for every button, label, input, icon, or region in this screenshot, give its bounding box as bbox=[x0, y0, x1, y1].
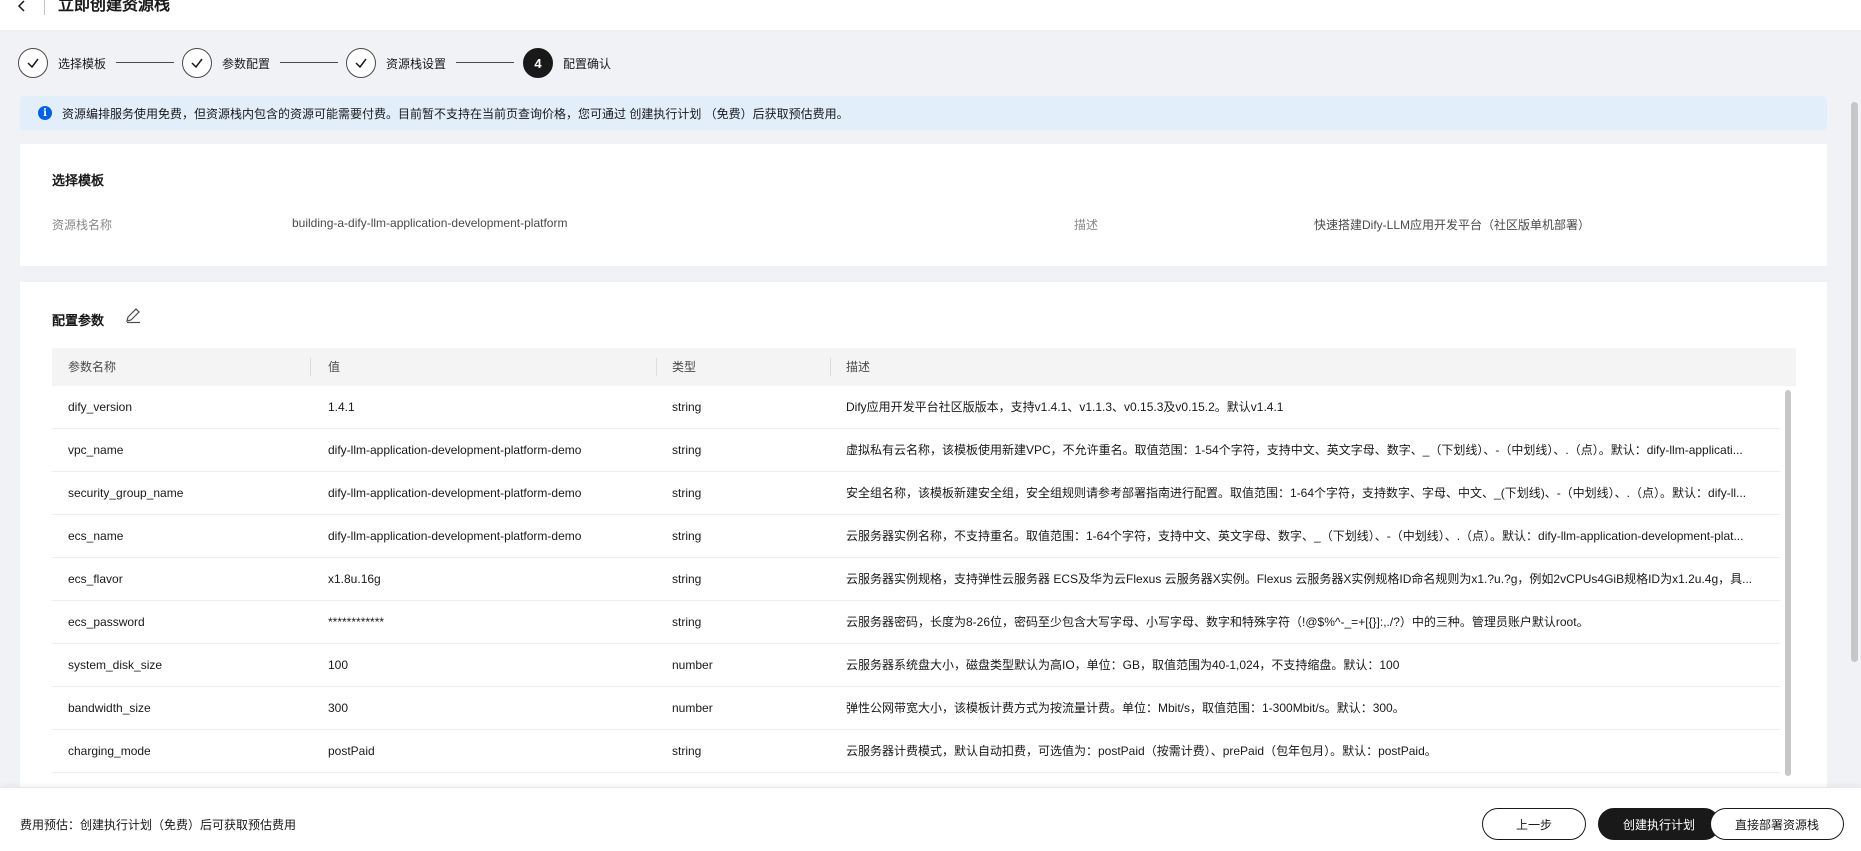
param-value-cell: dify-llm-application-development-platfor… bbox=[328, 443, 582, 457]
param-type-cell: string bbox=[672, 744, 702, 758]
param-description-cell: 云服务器密码，长度为8-26位，密码至少包含大写字母、小写字母、数字和特殊字符（… bbox=[846, 615, 1589, 629]
column-divider bbox=[310, 358, 311, 376]
param-value-cell: 300 bbox=[328, 701, 349, 715]
param-value-cell: 100 bbox=[328, 658, 349, 672]
section-title: 配置参数 bbox=[52, 313, 105, 328]
param-name-cell: ecs_name bbox=[68, 529, 124, 543]
param-value-cell: postPaid bbox=[328, 744, 375, 758]
param-name-cell: vpc_name bbox=[68, 443, 124, 457]
template-section: 选择模板 资源栈名称 building-a-dify-llm-applicati… bbox=[20, 144, 1827, 266]
cost-estimate-text: 费用预估：创建执行计划（免费）后可获取预估费用 bbox=[20, 818, 297, 832]
step-confirm: 4 配置确认 bbox=[523, 46, 611, 80]
step-label: 资源栈设置 bbox=[386, 56, 447, 71]
param-description-cell: 云服务器计费模式，默认自动扣费，可选值为：postPaid（按需计费）、preP… bbox=[846, 744, 1437, 758]
stack-name-value: building-a-dify-llm-application-developm… bbox=[292, 216, 568, 230]
param-type-cell: string bbox=[672, 486, 702, 500]
param-name-cell: ecs_flavor bbox=[68, 572, 123, 586]
param-description-cell: 云服务器系统盘大小，磁盘类型默认为高IO，单位：GB，取值范围为40-1,024… bbox=[846, 658, 1400, 672]
param-name-cell: system_disk_size bbox=[68, 658, 163, 672]
back-arrow-icon[interactable] bbox=[14, 0, 30, 16]
column-divider bbox=[656, 358, 657, 376]
column-header-value: 值 bbox=[328, 360, 341, 374]
param-type-cell: string bbox=[672, 615, 702, 629]
previous-step-button[interactable]: 上一步 bbox=[1482, 808, 1586, 840]
deploy-stack-button[interactable]: 直接部署资源栈 bbox=[1710, 808, 1844, 840]
page-title: 立即创建资源栈 bbox=[58, 0, 171, 14]
step-param-config: 参数配置 bbox=[182, 46, 270, 80]
step-connector bbox=[280, 62, 338, 63]
step-stack-settings: 资源栈设置 bbox=[346, 46, 446, 80]
check-icon bbox=[182, 48, 212, 78]
check-icon bbox=[18, 48, 48, 78]
column-header-type: 类型 bbox=[672, 360, 697, 374]
param-value-cell: x1.8u.16g bbox=[328, 572, 381, 586]
table-row: vpc_name dify-llm-application-development… bbox=[52, 429, 1780, 472]
param-name-cell: security_group_name bbox=[68, 486, 184, 500]
banner-text: 资源编排服务使用免费，但资源栈内包含的资源可能需要付费。目前暂不支持在当前页查询… bbox=[62, 106, 849, 121]
table-row: bandwidth_size 300 number 弹性公网带宽大小，该模板计费方式为… bbox=[52, 687, 1780, 730]
table-scrollbar[interactable] bbox=[1785, 390, 1791, 776]
step-label: 配置确认 bbox=[563, 56, 612, 71]
table-row: dify_version 1.4.1 string Dify应用开发平台社区版版本，支… bbox=[52, 386, 1780, 429]
table-header: 参数名称 值 类型 描述 bbox=[52, 348, 1796, 386]
info-icon: i bbox=[38, 106, 52, 120]
info-banner: i 资源编排服务使用免费，但资源栈内包含的资源可能需要付费。目前暂不支持在当前页… bbox=[20, 96, 1827, 130]
param-type-cell: string bbox=[672, 400, 702, 414]
page-scrollbar[interactable] bbox=[1851, 102, 1858, 662]
param-description-cell: 弹性公网带宽大小，该模板计费方式为按流量计费。单位：Mbit/s，取值范围：1-… bbox=[846, 701, 1405, 715]
param-type-cell: string bbox=[672, 572, 702, 586]
param-name-cell: bandwidth_size bbox=[68, 701, 151, 715]
column-header-name: 参数名称 bbox=[68, 360, 117, 374]
param-value-cell: dify-llm-application-development-platfor… bbox=[328, 529, 582, 543]
param-name-cell: ecs_password bbox=[68, 615, 145, 629]
param-description-cell: 安全组名称，该模板新建安全组，安全组规则请参考部署指南进行配置。取值范围：1-6… bbox=[846, 486, 1747, 500]
param-type-cell: number bbox=[672, 701, 713, 715]
param-value-cell: dify-llm-application-development-platfor… bbox=[328, 486, 582, 500]
table-row: ecs_name dify-llm-application-development… bbox=[52, 515, 1780, 558]
param-name-cell: charging_mode bbox=[68, 744, 151, 758]
stack-name-label: 资源栈名称 bbox=[52, 218, 113, 232]
step-label: 选择模板 bbox=[58, 56, 107, 71]
edit-icon[interactable] bbox=[124, 306, 142, 324]
step-connector bbox=[456, 62, 514, 63]
create-execution-plan-button[interactable]: 创建执行计划 bbox=[1598, 808, 1720, 840]
param-description-cell: 云服务器实例规格，支持弹性云服务器 ECS及华为云Flexus 云服务器X实例。… bbox=[846, 572, 1753, 586]
table-row: ecs_password ************ string 云服务器密码，长度为… bbox=[52, 601, 1780, 644]
description-value: 快速搭建Dify-LLM应用开发平台（社区版单机部署） bbox=[1314, 218, 1591, 232]
header-divider bbox=[44, 0, 45, 15]
footer-bar: 费用预估：创建执行计划（免费）后可获取预估费用 上一步 创建执行计划 直接部署资… bbox=[0, 788, 1861, 851]
table-row: security_group_name dify-llm-application-… bbox=[52, 472, 1780, 515]
param-value-cell: ************ bbox=[328, 615, 385, 629]
param-type-cell: number bbox=[672, 658, 713, 672]
param-type-cell: string bbox=[672, 443, 702, 457]
step-connector bbox=[116, 62, 174, 63]
section-title: 选择模板 bbox=[52, 173, 105, 188]
check-icon bbox=[346, 48, 376, 78]
param-value-cell: 1.4.1 bbox=[328, 400, 355, 414]
param-name-cell: dify_version bbox=[68, 400, 133, 414]
param-description-cell: Dify应用开发平台社区版版本，支持v1.4.1、v1.1.3、v0.15.3及… bbox=[846, 400, 1284, 414]
params-section: 配置参数 参数名称 值 类型 描述 dify_version 1.4.1 strin… bbox=[20, 282, 1827, 787]
table-row: charging_mode postPaid string 云服务器计费模式，默认自动… bbox=[52, 730, 1780, 773]
step-label: 参数配置 bbox=[222, 56, 271, 71]
step-number: 4 bbox=[523, 48, 553, 78]
param-description-cell: 虚拟私有云名称，该模板使用新建VPC，不允许重名。取值范围：1-54个字符，支持… bbox=[846, 443, 1743, 457]
top-bar: 立即创建资源栈 bbox=[0, 0, 1861, 30]
param-description-cell: 云服务器实例名称，不支持重名。取值范围：1-64个字符，支持中文、英文字母、数字… bbox=[846, 529, 1744, 543]
table-row: ecs_flavor x1.8u.16g string 云服务器实例规格，支持弹性云服… bbox=[52, 558, 1780, 601]
table-row: system_disk_size 100 number 云服务器系统盘大小，磁盘类型默… bbox=[52, 644, 1780, 687]
table-body: dify_version 1.4.1 string Dify应用开发平台社区版版本，支… bbox=[52, 386, 1796, 773]
step-select-template: 选择模板 bbox=[18, 46, 106, 80]
column-header-description: 描述 bbox=[846, 360, 871, 374]
column-divider bbox=[830, 358, 831, 376]
param-type-cell: string bbox=[672, 529, 702, 543]
description-label: 描述 bbox=[1074, 218, 1099, 232]
